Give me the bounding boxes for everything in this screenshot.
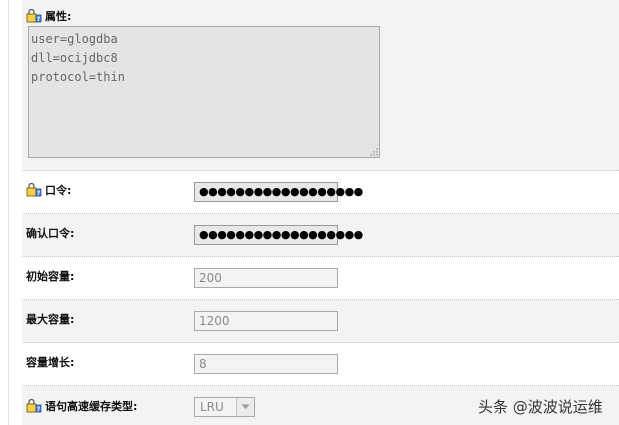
resize-grip-icon[interactable] bbox=[370, 148, 378, 156]
properties-textarea[interactable]: user=glogdba dll=ocijdbc8 protocol=thin bbox=[28, 26, 380, 158]
chevron-down-icon bbox=[241, 404, 250, 409]
max-capacity-label: 最大容量: bbox=[26, 313, 75, 326]
initial-capacity-row: 初始容量: 200 bbox=[22, 257, 619, 300]
svg-text:?: ? bbox=[37, 190, 41, 197]
statement-cache-type-select[interactable]: LRU bbox=[194, 397, 255, 417]
max-capacity-row: 最大容量: 1200 bbox=[22, 300, 619, 343]
jdbc-pool-config-panel: ? 属性: user=glogdba dll=ocijdbc8 protocol… bbox=[22, 0, 619, 425]
properties-label: 属性: bbox=[45, 10, 72, 23]
dropdown-button[interactable] bbox=[236, 398, 254, 416]
svg-text:?: ? bbox=[37, 16, 41, 23]
password-input[interactable]: ●●●●●●●●●●●●●●●●●● bbox=[194, 182, 363, 202]
left-rail bbox=[0, 0, 9, 425]
svg-text:?: ? bbox=[37, 406, 41, 413]
password-row: ? 口令: ●●●●●●●●●●●●●●●●●● bbox=[22, 171, 619, 214]
password-label: 口令: bbox=[45, 184, 72, 197]
config-help-icon: ? bbox=[26, 183, 42, 197]
statement-cache-type-label-wrap: ? 语句高速缓存类型: bbox=[26, 398, 137, 414]
config-help-icon: ? bbox=[26, 9, 42, 23]
confirm-password-label: 确认口令: bbox=[26, 227, 75, 240]
properties-row: ? 属性: user=glogdba dll=ocijdbc8 protocol… bbox=[22, 0, 619, 171]
max-capacity-input[interactable]: 1200 bbox=[194, 311, 338, 331]
confirm-password-input[interactable]: ●●●●●●●●●●●●●●●●●● bbox=[194, 225, 363, 245]
statement-cache-type-value: LRU bbox=[200, 400, 224, 414]
capacity-increment-label: 容量增长: bbox=[26, 356, 75, 369]
capacity-increment-input[interactable]: 8 bbox=[194, 354, 338, 374]
initial-capacity-label: 初始容量: bbox=[26, 270, 75, 283]
config-page: ? 属性: user=glogdba dll=ocijdbc8 protocol… bbox=[0, 0, 619, 425]
confirm-password-row: 确认口令: ●●●●●●●●●●●●●●●●●● bbox=[22, 214, 619, 257]
password-label-wrap: ? 口令: bbox=[26, 182, 71, 198]
capacity-increment-row: 容量增长: 8 bbox=[22, 343, 619, 386]
properties-label-wrap: ? 属性: bbox=[26, 8, 71, 24]
statement-cache-type-label: 语句高速缓存类型: bbox=[45, 400, 138, 413]
watermark: 头条 @波波说运维 bbox=[478, 398, 603, 416]
initial-capacity-input[interactable]: 200 bbox=[194, 268, 338, 288]
config-help-icon: ? bbox=[26, 399, 42, 413]
